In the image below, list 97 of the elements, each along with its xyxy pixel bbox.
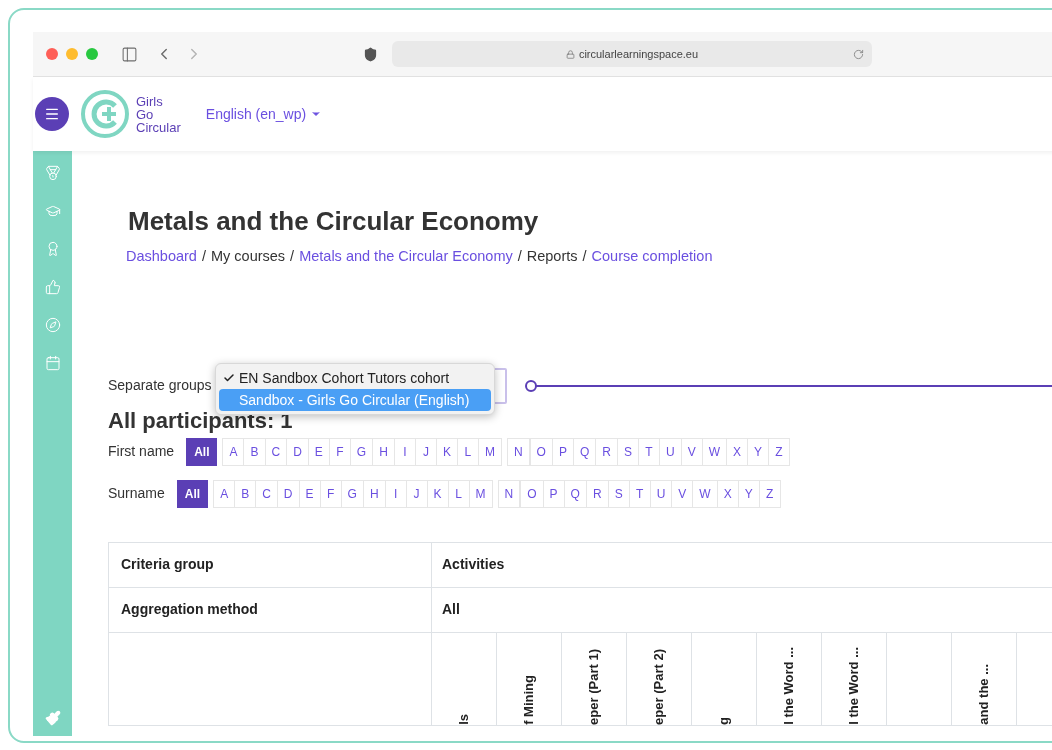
letter-filter[interactable]: H xyxy=(362,479,386,508)
filter-label: Surname xyxy=(108,484,165,504)
letter-filter[interactable]: K xyxy=(426,479,449,508)
letter-filter[interactable]: H xyxy=(372,437,395,466)
breadcrumb-separator: / xyxy=(582,247,587,266)
letter-filter[interactable]: R xyxy=(595,437,618,466)
letter-filter[interactable]: D xyxy=(276,479,300,508)
letter-filter[interactable]: K xyxy=(435,437,458,466)
letter-filter[interactable]: R xyxy=(585,479,609,508)
letter-filter[interactable]: I xyxy=(393,437,416,466)
breadcrumb-text: Reports xyxy=(526,247,578,266)
column-header: and the ... xyxy=(975,664,993,725)
letter-filter[interactable]: S xyxy=(616,437,639,466)
letter-filter[interactable]: A xyxy=(213,479,236,508)
breadcrumb-link[interactable]: Metals and the Circular Economy xyxy=(299,246,513,268)
letter-filter[interactable]: O xyxy=(529,437,553,466)
letter-filter[interactable]: Z xyxy=(758,479,781,508)
column-header: g xyxy=(715,716,733,725)
letter-filter[interactable]: C xyxy=(255,479,278,508)
dropdown-option[interactable]: EN Sandbox Cohort Tutors cohort xyxy=(219,367,491,389)
filter-label: First name xyxy=(108,442,175,462)
letter-filter[interactable]: T xyxy=(628,479,651,508)
letter-filter[interactable]: O xyxy=(520,479,544,508)
groups-label: Separate groups xyxy=(108,376,212,396)
table-cell: Criteria group xyxy=(109,542,432,587)
table-cell: Aggregation method xyxy=(109,587,432,632)
letter-filter[interactable]: X xyxy=(716,479,739,508)
letter-filter[interactable]: G xyxy=(349,437,374,466)
letter-filter[interactable]: W xyxy=(701,437,727,466)
letter-filter[interactable]: S xyxy=(607,479,630,508)
page-title: Metals and the Circular Economy xyxy=(128,206,540,236)
paintbrush-icon[interactable] xyxy=(44,710,61,726)
compass-icon[interactable] xyxy=(44,317,61,333)
reload-icon[interactable] xyxy=(853,48,864,60)
breadcrumb-text: My courses xyxy=(210,247,286,266)
breadcrumb-link[interactable]: Dashboard xyxy=(126,246,197,268)
breadcrumb-separator: / xyxy=(290,247,295,266)
logo-text: Go xyxy=(136,107,155,121)
letter-filter[interactable]: T xyxy=(637,437,660,466)
breadcrumb-link[interactable]: Course completion xyxy=(591,246,713,268)
letter-filter[interactable]: M xyxy=(468,479,493,508)
letter-filter[interactable]: J xyxy=(414,437,437,466)
column-header: ls xyxy=(455,713,473,725)
column-header: l the Word ... xyxy=(780,647,798,725)
sidebar-toggle-icon[interactable] xyxy=(121,45,138,63)
letter-filter[interactable]: X xyxy=(725,437,748,466)
letter-filter[interactable]: Q xyxy=(572,437,597,466)
graduation-cap-icon[interactable] xyxy=(44,203,61,219)
letter-filter[interactable]: B xyxy=(234,479,257,508)
column-header: l the Word ... xyxy=(845,647,863,725)
letter-filter[interactable]: U xyxy=(658,437,682,466)
menu-icon xyxy=(44,106,60,122)
letter-filter[interactable]: D xyxy=(286,437,309,466)
letter-filter-selected[interactable]: All xyxy=(176,479,209,508)
letter-filter[interactable]: W xyxy=(692,479,718,508)
address-bar[interactable]: circularlearningspace.eu xyxy=(392,41,872,67)
logo-text: Circular xyxy=(136,120,181,134)
letter-filter[interactable]: Q xyxy=(563,479,587,508)
letter-filter[interactable]: E xyxy=(307,437,330,466)
letter-filter[interactable]: Z xyxy=(768,437,790,466)
letter-filter[interactable]: J xyxy=(405,479,428,508)
shield-icon[interactable] xyxy=(363,46,378,62)
letter-filter[interactable]: L xyxy=(447,479,470,508)
letter-filter[interactable]: L xyxy=(456,437,479,466)
letter-filter[interactable]: V xyxy=(680,437,703,466)
calendar-icon[interactable] xyxy=(44,355,61,371)
url-text: circularlearningspace.eu xyxy=(578,46,699,62)
table-cell-text: Activities xyxy=(441,555,506,575)
check-icon xyxy=(223,372,235,384)
column-header: f Mining xyxy=(520,674,538,725)
menu-button[interactable] xyxy=(35,97,69,131)
language-menu[interactable]: English (en_wp) xyxy=(205,103,323,125)
logo-icon xyxy=(80,89,130,139)
letter-filter[interactable]: E xyxy=(298,479,321,508)
letter-filter[interactable]: M xyxy=(477,437,502,466)
letter-filter[interactable]: I xyxy=(384,479,407,508)
letter-filter[interactable]: G xyxy=(340,479,364,508)
letter-filter-selected[interactable]: All xyxy=(186,437,218,466)
table-cell-text: All xyxy=(441,600,461,620)
medal-icon[interactable] xyxy=(44,165,61,181)
letter-filter[interactable]: F xyxy=(328,437,351,466)
letter-filter[interactable]: N xyxy=(506,437,530,466)
lock-icon xyxy=(565,49,575,59)
letter-filter[interactable]: B xyxy=(243,437,266,466)
breadcrumb-separator: / xyxy=(517,247,522,266)
letter-filter[interactable]: V xyxy=(671,479,694,508)
logo-text: Girls xyxy=(136,94,164,108)
column-header: eper (Part 2) xyxy=(650,648,668,725)
letter-filter[interactable]: N xyxy=(497,479,521,508)
letter-filter[interactable]: F xyxy=(319,479,342,508)
letter-filter[interactable]: Y xyxy=(737,479,760,508)
letter-filter[interactable]: P xyxy=(551,437,574,466)
column-header: eper (Part 1) xyxy=(585,648,603,725)
thumbs-up-icon[interactable] xyxy=(44,279,61,295)
letter-filter[interactable]: P xyxy=(542,479,565,508)
letter-filter[interactable]: A xyxy=(222,437,245,466)
breadcrumb-separator: / xyxy=(201,247,206,266)
